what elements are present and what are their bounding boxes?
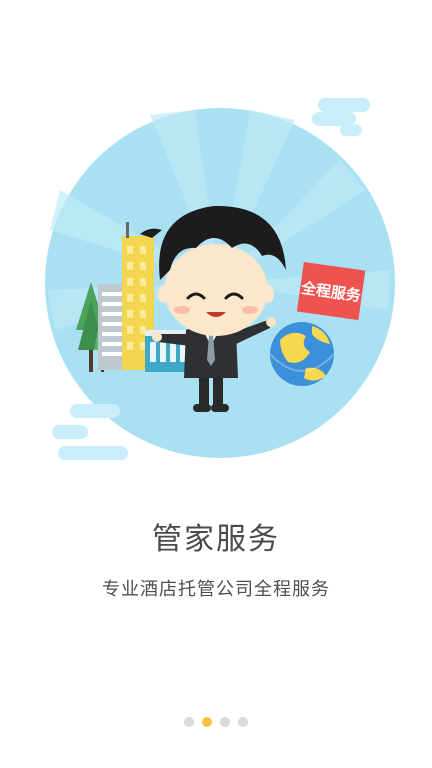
page-dot-1[interactable] — [184, 717, 194, 727]
cloud-bottom-left — [52, 404, 128, 460]
service-badge: 全程服务 — [296, 261, 366, 321]
page-title: 管家服务 — [152, 522, 280, 557]
page-subtitle: 专业酒店托管公司全程服务 — [102, 579, 330, 600]
cloud-top-right — [312, 98, 370, 136]
page-indicator — [0, 716, 432, 728]
page-dot-3[interactable] — [220, 717, 230, 727]
page-dot-2[interactable] — [202, 717, 212, 727]
page-dot-4[interactable] — [238, 717, 248, 727]
hero-illustration: 全程服务 — [45, 98, 395, 460]
onboarding-screen: 全程服务 管家服务 专业酒店托管公司全程服务 — [0, 0, 432, 768]
globe-icon — [269, 322, 335, 386]
